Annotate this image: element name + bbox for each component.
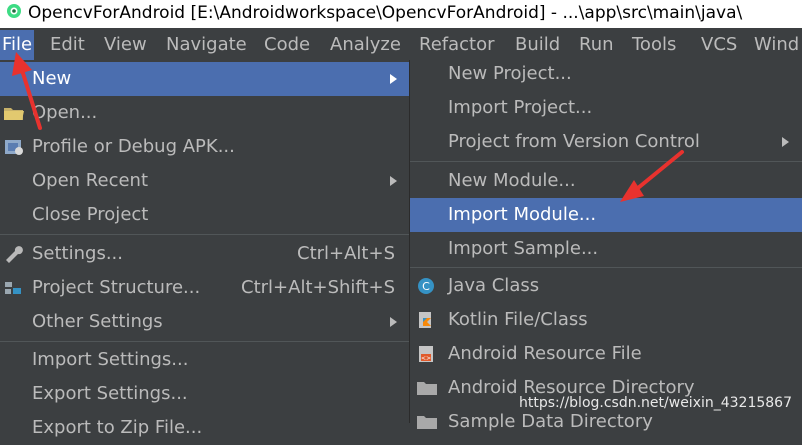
menu-bar: File Edit View Navigate Code Analyze Ref… [0,30,802,60]
file-menu-export-zip[interactable]: Export to Zip File... [0,411,409,445]
menu-item-label: Settings... [32,243,123,264]
menu-item-label: Open Recent [32,170,149,191]
menu-item-label: Export Settings... [32,383,188,404]
menu-file[interactable]: File [0,30,35,60]
menu-item-label: Java Class [448,275,540,296]
menu-run[interactable]: Run [577,30,616,60]
menu-separator [410,161,802,162]
file-menu-new[interactable]: New [0,62,409,96]
file-menu-open[interactable]: Open... [0,96,409,130]
menu-item-label: Import Project... [448,97,593,118]
file-menu-close-project[interactable]: Close Project [0,198,409,232]
submenu-arrow-icon [390,317,397,327]
file-menu-settings[interactable]: Settings... Ctrl+Alt+S [0,237,409,271]
new-submenu-android-resource-file[interactable]: <> Android Resource File [410,337,802,371]
window-title: OpencvForAndroid [E:\Androidworkspace\Op… [28,3,743,23]
menu-tools[interactable]: Tools [630,30,678,60]
new-submenu-new-project[interactable]: New Project... [410,57,802,91]
android-resource-file-icon: <> [419,346,433,362]
menu-analyze[interactable]: Analyze [328,30,403,60]
menu-separator [0,234,409,235]
folder-icon [417,416,437,429]
folder-icon [4,108,24,120]
menu-item-label: Import Module... [448,204,597,225]
new-submenu-import-sample[interactable]: Import Sample... [410,232,802,266]
menu-item-label: Profile or Debug APK... [32,136,235,157]
file-menu-dropdown: New Open... Profile or Debug APK... Open… [0,60,409,438]
menu-item-label: Export to Zip File... [32,417,203,438]
menu-item-shortcut: Ctrl+Alt+Shift+S [241,277,395,298]
menu-item-label: Project Structure... [32,277,201,298]
menu-item-label: Close Project [32,204,149,225]
menu-item-label: Import Sample... [448,238,599,259]
menu-refactor[interactable]: Refactor [417,30,497,60]
watermark: https://blog.csdn.net/weixin_43215867 [518,395,792,411]
new-submenu-new-module[interactable]: New Module... [410,164,802,198]
menu-item-label: New [32,68,72,89]
menu-item-label: Other Settings [32,311,163,332]
new-submenu-import-project[interactable]: Import Project... [410,91,802,125]
submenu-arrow-icon [390,176,397,186]
menu-separator [410,267,802,268]
menu-item-shortcut: Ctrl+Alt+S [297,243,395,264]
menu-window[interactable]: Wind [752,30,801,60]
file-menu-open-recent[interactable]: Open Recent [0,164,409,198]
submenu-arrow-icon [782,137,789,147]
menu-separator [0,341,409,342]
apk-debug-icon [5,140,23,155]
project-structure-icon [5,282,21,294]
menu-item-label: New Module... [448,170,576,191]
menu-code[interactable]: Code [262,30,312,60]
file-menu-project-structure[interactable]: Project Structure... Ctrl+Alt+Shift+S [0,271,409,305]
menu-item-label: New Project... [448,63,572,84]
menu-vcs[interactable]: VCS [699,30,739,60]
menu-edit[interactable]: Edit [48,30,87,60]
submenu-arrow-icon [390,74,397,84]
new-submenu-kotlin-file[interactable]: Kotlin File/Class [410,303,802,337]
file-menu-export-settings[interactable]: Export Settings... [0,377,409,411]
svg-text:<>: <> [421,355,431,362]
svg-text:C: C [422,280,430,293]
menu-item-label: Kotlin File/Class [448,309,588,330]
java-class-icon: C [418,278,434,294]
file-menu-import-settings[interactable]: Import Settings... [0,343,409,377]
new-submenu-import-module[interactable]: Import Module... [410,198,802,232]
menu-item-label: Android Resource File [448,343,642,364]
title-bar: OpencvForAndroid [E:\Androidworkspace\Op… [0,0,802,28]
menu-item-label: Import Settings... [32,349,189,370]
menu-item-label: Open... [32,102,98,123]
kotlin-icon [419,312,431,328]
folder-icon [417,382,437,395]
new-submenu: New Project... Import Project... Project… [409,57,802,432]
file-menu-other-settings[interactable]: Other Settings [0,305,409,339]
new-submenu-project-from-vcs[interactable]: Project from Version Control [410,125,802,159]
new-submenu-java-class[interactable]: C Java Class [410,269,802,303]
file-menu-profile-debug-apk[interactable]: Profile or Debug APK... [0,130,409,164]
wrench-icon [6,246,23,263]
menu-view[interactable]: View [102,30,149,60]
menu-build[interactable]: Build [513,30,562,60]
android-studio-icon [7,4,21,18]
menu-navigate[interactable]: Navigate [164,30,249,60]
menu-item-label: Project from Version Control [448,131,700,152]
